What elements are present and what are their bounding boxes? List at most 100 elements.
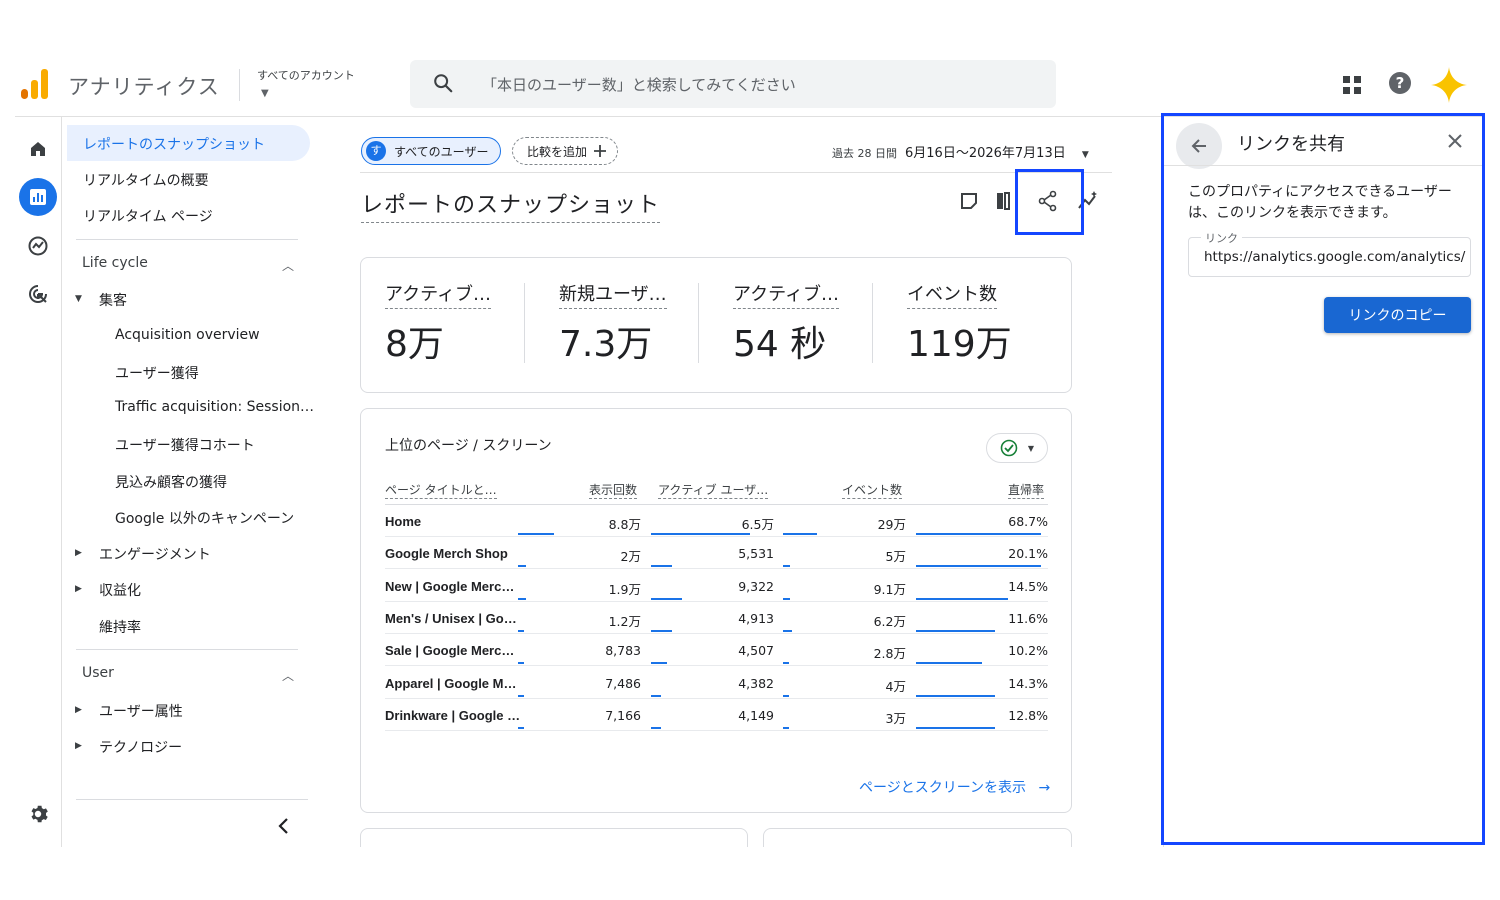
- analytics-logo[interactable]: [21, 69, 49, 99]
- metric-active-users[interactable]: アクティブ… 8万: [385, 280, 550, 367]
- metric-event-count[interactable]: イベント数 119万: [907, 280, 1072, 367]
- date-range-prefix: 過去 28 日間: [832, 147, 897, 160]
- search-bar[interactable]: 「本日のユーザー数」と検索してみてください: [410, 60, 1056, 108]
- nav-item-traffic-acquisition[interactable]: Traffic acquisition: Session…: [115, 399, 314, 415]
- nav-item-engagement[interactable]: エンゲージメント: [99, 544, 211, 564]
- column-header-bounce-rate[interactable]: 直帰率: [1008, 481, 1045, 499]
- add-comparison-chip[interactable]: 比較を追加: [512, 137, 619, 165]
- table-row[interactable]: Apparel | Google M… 7,486 4,382 4万 14.3%: [385, 667, 1048, 699]
- page-title-cell[interactable]: New | Google Merc…: [385, 579, 514, 594]
- metrics-card: アクティブ… 8万 新規ユーザ… 7.3万 アクティブ… 54 秒 イベント数 …: [360, 257, 1072, 393]
- views-bar: [518, 694, 524, 697]
- nav-item-report-snapshot[interactable]: レポートのスナップショット: [83, 134, 265, 154]
- plus-icon: [594, 145, 607, 157]
- users-bar: [651, 565, 672, 568]
- users-bar: [651, 597, 683, 600]
- views-cell: 1.2万: [608, 613, 641, 629]
- table-row[interactable]: Google Merch Shop 2万 5,531 5万 20.1%: [385, 537, 1048, 570]
- help-icon[interactable]: ?: [1389, 72, 1411, 94]
- bounce-cell: 10.2%: [1008, 643, 1048, 659]
- bounce-bar: [916, 726, 996, 729]
- check-circle-icon: [1000, 439, 1018, 457]
- explore-icon[interactable]: [19, 227, 57, 265]
- settings-icon[interactable]: [19, 795, 57, 833]
- page-title-cell[interactable]: Sale | Google Merc…: [385, 643, 514, 658]
- nav-item-realtime-overview[interactable]: リアルタイムの概要: [83, 170, 209, 190]
- nav-item-acquisition[interactable]: 集客: [99, 290, 127, 310]
- apps-icon[interactable]: [1342, 75, 1362, 95]
- users-cell: 4,913: [738, 610, 774, 626]
- table-row[interactable]: New | Google Merc… 1.9万 9,322 9.1万 14.5%: [385, 570, 1048, 602]
- nav-section-lifecycle[interactable]: Life cycle: [82, 255, 148, 271]
- nav-item-user-acquisition[interactable]: ユーザー獲得: [115, 363, 199, 383]
- users-bar: [651, 629, 672, 632]
- expand-monetization-icon[interactable]: ▶: [75, 584, 82, 594]
- search-placeholder[interactable]: 「本日のユーザー数」と検索してみてください: [482, 74, 796, 95]
- metric-new-users[interactable]: 新規ユーザ… 7.3万: [559, 280, 724, 367]
- page-title: レポートのスナップショット: [361, 187, 661, 223]
- page-title-cell[interactable]: Home: [385, 514, 421, 529]
- expand-acquisition-icon[interactable]: ▼: [75, 294, 82, 304]
- bounce-cell: 20.1%: [1008, 546, 1048, 562]
- nav-item-non-google-campaigns[interactable]: Google 以外のキャンペーン: [115, 508, 294, 528]
- metric-label: アクティブ…: [733, 280, 840, 309]
- advertising-icon[interactable]: [19, 275, 57, 313]
- collapse-nav-icon[interactable]: [277, 817, 291, 835]
- comparison-status-button[interactable]: ▼: [986, 433, 1048, 463]
- all-users-chip[interactable]: す すべてのユーザー: [361, 137, 502, 165]
- nav-item-lead-acquisition[interactable]: 見込み顧客の獲得: [115, 472, 227, 492]
- views-bar: [518, 597, 526, 600]
- bounce-bar: [916, 629, 996, 632]
- expand-demographics-icon[interactable]: ▶: [75, 705, 82, 715]
- column-header-active-users[interactable]: アクティブ ユーザ…: [658, 481, 769, 499]
- sparkle-icon[interactable]: [1431, 67, 1467, 103]
- views-cell: 8,783: [605, 643, 641, 659]
- events-bar: [783, 565, 791, 568]
- views-bar: [518, 565, 526, 568]
- view-pages-link[interactable]: ページとスクリーンを表示 →: [859, 777, 1050, 797]
- analytics-app: アナリティクス すべてのアカウント ▼ 「本日のユーザー数」と検索してみてくださ…: [15, 55, 1485, 847]
- column-header-events[interactable]: イベント数: [842, 481, 903, 499]
- main-divider: [360, 172, 1112, 173]
- users-cell: 5,531: [738, 546, 774, 562]
- nav-item-monetization[interactable]: 収益化: [99, 580, 141, 600]
- nav-item-acquisition-cohort[interactable]: ユーザー獲得コホート: [115, 435, 255, 455]
- nav-item-technology[interactable]: テクノロジー: [99, 737, 182, 757]
- page-title-cell[interactable]: Apparel | Google M…: [385, 676, 516, 691]
- bounce-bar: [916, 694, 996, 697]
- account-selector-label[interactable]: すべてのアカウント: [257, 67, 355, 83]
- table-row[interactable]: Men's / Unisex | Go… 1.2万 4,913 6.2万 11.6%: [385, 602, 1048, 634]
- nav-item-realtime-pages[interactable]: リアルタイム ページ: [83, 206, 213, 226]
- nav-item-retention[interactable]: 維持率: [99, 617, 141, 637]
- events-bar: [783, 629, 792, 632]
- nav-item-acquisition-overview[interactable]: Acquisition overview: [115, 327, 260, 343]
- customize-report-icon[interactable]: [957, 189, 981, 213]
- table-row[interactable]: Home 8.8万 6.5万 29万 68.7%: [385, 505, 1048, 537]
- expand-technology-icon[interactable]: ▶: [75, 741, 82, 751]
- nav-item-demographics[interactable]: ユーザー属性: [99, 701, 183, 721]
- bottom-card-left: [360, 828, 748, 847]
- collapse-user-icon[interactable]: ︿: [282, 667, 294, 684]
- page-title-cell[interactable]: Drinkware | Google …: [385, 708, 520, 723]
- users-cell: 6.5万: [741, 517, 774, 532]
- users-bar: [651, 694, 662, 697]
- table-row[interactable]: Sale | Google Merc… 8,783 4,507 2.8万 10.2%: [385, 634, 1048, 667]
- nav-divider: [76, 239, 298, 240]
- column-header-views[interactable]: 表示回数: [589, 481, 638, 499]
- column-header-page-title[interactable]: ページ タイトルと…: [385, 481, 497, 499]
- page-title-cell[interactable]: Google Merch Shop: [385, 546, 508, 561]
- events-cell: 29万: [877, 517, 906, 532]
- metric-label: イベント数: [907, 280, 997, 309]
- metric-engagement-time[interactable]: アクティブ… 54 秒: [733, 280, 898, 367]
- date-range-selector[interactable]: 過去 28 日間 6月16日〜2026年7月13日 ▼: [832, 142, 1089, 161]
- add-comparison-label: 比較を追加: [527, 144, 588, 159]
- collapse-lifecycle-icon[interactable]: ︿: [282, 257, 294, 274]
- account-caret-icon[interactable]: ▼: [261, 88, 269, 99]
- home-icon[interactable]: [19, 130, 57, 168]
- page-title-cell[interactable]: Men's / Unisex | Go…: [385, 611, 517, 626]
- reports-icon[interactable]: [19, 178, 57, 216]
- table-row[interactable]: Drinkware | Google … 7,166 4,149 3万 12.8%: [385, 699, 1048, 731]
- expand-engagement-icon[interactable]: ▶: [75, 548, 82, 558]
- views-cell: 2万: [620, 549, 641, 565]
- nav-section-user[interactable]: User: [82, 665, 114, 681]
